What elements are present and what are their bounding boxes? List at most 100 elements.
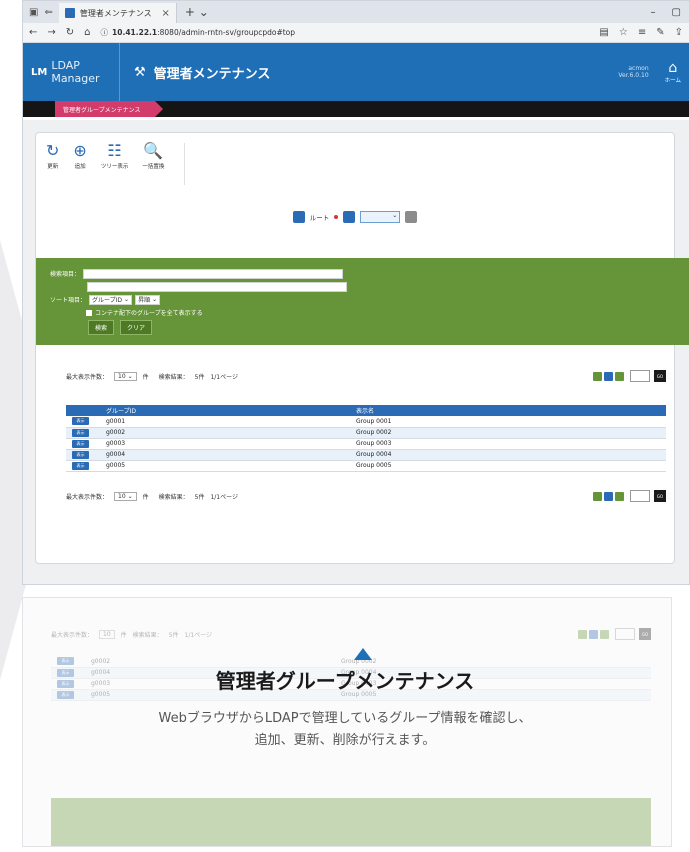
caption-title: 管理者グループメンテナンス xyxy=(215,669,475,693)
tree-view-button[interactable]: ☷ ツリー表示 xyxy=(101,143,129,185)
group-id-cell: g0005 xyxy=(100,460,350,472)
group-id-cell: g0001 xyxy=(100,416,350,428)
home-button[interactable]: ⌂ ホーム xyxy=(665,60,681,84)
help-icon[interactable] xyxy=(405,211,418,223)
add-button[interactable]: ⊕ 追加 xyxy=(73,143,86,185)
group-name-cell: Group 0005 xyxy=(350,460,666,472)
container-select[interactable]: ⌄ xyxy=(360,211,401,223)
result-label: 検索結果： xyxy=(158,493,189,501)
maximize-icon[interactable]: ▢ xyxy=(672,7,681,18)
page-jump-input[interactable] xyxy=(630,490,650,502)
back-icon[interactable]: ← xyxy=(29,27,37,38)
refresh-button[interactable]: ↻ 更新 xyxy=(46,143,59,185)
admin-tool-icon: ⚒ xyxy=(134,64,146,80)
search-button[interactable]: 検索 xyxy=(88,320,115,335)
max-count-select[interactable]: 10 ⌄ xyxy=(114,491,137,501)
window-menu-icon[interactable]: ▣ xyxy=(29,7,38,18)
home-nav-icon[interactable]: ⌂ xyxy=(84,27,90,38)
app-logo[interactable]: LM LDAP Manager xyxy=(23,59,119,85)
browser-window: ▣ ⇐ 管理者メンテナンス × + ⌄ – ▢ ← → ↻ ⌂ ⓘ 10.41.2… xyxy=(22,0,690,585)
faded-search-form xyxy=(51,798,651,846)
arrow-icon xyxy=(334,215,339,219)
root-selector: ルート ⌄ xyxy=(36,211,674,223)
browser-tab[interactable]: 管理者メンテナンス × xyxy=(58,3,177,23)
tab-bar: ▣ ⇐ 管理者メンテナンス × + ⌄ – ▢ xyxy=(23,1,689,23)
table-row: 表示 g0001 Group 0001 xyxy=(66,416,666,428)
column-display-name[interactable]: 表示名 xyxy=(350,405,666,416)
next-page-button[interactable] xyxy=(615,371,624,381)
view-button[interactable]: 表示 xyxy=(72,417,89,426)
forward-icon[interactable]: → xyxy=(47,27,55,38)
search-item-select[interactable] xyxy=(83,268,344,279)
root-label[interactable]: ルート xyxy=(310,212,330,222)
info-icon: ⓘ xyxy=(100,28,109,37)
search-form: 検索項目： ソート項目： グループID ⌄ 昇順 ⌄ コンテナ配下のグループを全… xyxy=(36,258,689,345)
page-jump-input[interactable] xyxy=(630,370,650,382)
back-tab-icon[interactable]: ⇐ xyxy=(44,7,52,18)
view-button[interactable]: 表示 xyxy=(72,439,89,448)
close-tab-icon[interactable]: × xyxy=(161,8,169,19)
new-tab-button[interactable]: + ⌄ xyxy=(177,5,217,19)
add-icon: ⊕ xyxy=(73,141,87,160)
search-replace-icon: 🔍 xyxy=(143,141,164,160)
group-id-cell: g0004 xyxy=(100,449,350,461)
container-icon xyxy=(343,211,356,223)
column-group-id[interactable]: グループID xyxy=(100,405,350,416)
next-page-button[interactable] xyxy=(615,491,624,501)
page-1-button[interactable] xyxy=(604,371,613,381)
search-item-label: 検索項目： xyxy=(50,271,81,278)
view-button[interactable]: 表示 xyxy=(72,450,89,459)
share-icon[interactable]: ⇪ xyxy=(675,27,683,38)
bulk-replace-label: 一括置換 xyxy=(142,164,165,170)
faded-go: GO xyxy=(639,628,651,640)
group-name-cell: Group 0003 xyxy=(350,438,666,450)
faded-max-value: 10 xyxy=(103,630,111,638)
faded-page xyxy=(589,629,598,639)
sort-label: ソート項目： xyxy=(50,297,87,304)
pager-bottom: 最大表示件数： 10 ⌄ 件 検索結果： 5件 1/1ページ GO xyxy=(66,490,666,502)
prev-page-button[interactable] xyxy=(593,371,602,381)
home-label: ホーム xyxy=(664,78,681,84)
search-keyword-input[interactable] xyxy=(87,281,347,292)
reload-icon[interactable]: ↻ xyxy=(66,27,74,38)
favorite-star-icon[interactable]: ☆ xyxy=(619,27,628,38)
subgroup-checkbox[interactable] xyxy=(86,309,92,316)
toolbar-divider xyxy=(184,143,186,185)
minimize-icon[interactable]: – xyxy=(651,7,656,18)
max-count-label: 最大表示件数： xyxy=(66,493,109,501)
view-button[interactable]: 表示 xyxy=(72,428,89,437)
url-field[interactable]: ⓘ 10.41.22.1:8080/admin-rntn-sv/groupcpd… xyxy=(101,27,590,38)
breadcrumb[interactable]: 管理者グループメンテナンス xyxy=(55,101,163,117)
group-id-cell: g0002 xyxy=(100,427,350,439)
caption-line-2: 追加、更新、削除が行えます。 xyxy=(254,733,436,748)
page-value: 1/1ページ xyxy=(210,373,238,381)
add-label: 追加 xyxy=(74,164,86,170)
sort-field-select[interactable]: グループID ⌄ xyxy=(89,294,133,305)
logo-mark: LM xyxy=(31,66,48,78)
bulk-replace-button[interactable]: 🔍 一括置換 xyxy=(142,143,164,185)
go-button[interactable]: GO xyxy=(654,490,666,502)
sort-order-value: 昇順 xyxy=(138,297,151,304)
max-count-select[interactable]: 10 ⌄ xyxy=(114,371,137,381)
favorites-list-icon[interactable]: ≡ xyxy=(638,27,646,38)
faded-max-label: 最大表示件数： xyxy=(51,631,94,639)
max-count-label: 最大表示件数： xyxy=(66,373,109,381)
address-bar: ← → ↻ ⌂ ⓘ 10.41.22.1:8080/admin-rntn-sv/… xyxy=(23,23,689,43)
faded-result-value: 5件 xyxy=(168,631,179,639)
reading-view-icon[interactable]: ▤ xyxy=(599,27,608,38)
page-1-button[interactable] xyxy=(604,491,613,501)
prev-page-button[interactable] xyxy=(593,491,602,501)
app-header: LM LDAP Manager ⚒ 管理者メンテナンス acmon Ver.6.… xyxy=(23,43,689,101)
pen-icon[interactable]: ✎ xyxy=(656,27,664,38)
url-path: :8080/admin-rntn-sv/groupcpdo#top xyxy=(157,28,296,37)
sort-order-select[interactable]: 昇順 ⌄ xyxy=(135,294,161,305)
root-folder-icon xyxy=(292,211,305,223)
caption-body: WebブラウザからLDAPで管理しているグループ情報を確認し、 追加、更新、削除… xyxy=(0,708,690,752)
max-count-value: 10 xyxy=(118,492,126,500)
go-button[interactable]: GO xyxy=(654,370,666,382)
max-count-value: 10 xyxy=(118,372,126,380)
version-label: Ver.6.0.10 xyxy=(618,72,649,79)
clear-button[interactable]: クリア xyxy=(120,320,153,335)
view-button[interactable]: 表示 xyxy=(72,461,89,470)
faded-pager: 最大表示件数： 10 件 検索結果： 5件 1/1ページ GO xyxy=(51,628,651,640)
